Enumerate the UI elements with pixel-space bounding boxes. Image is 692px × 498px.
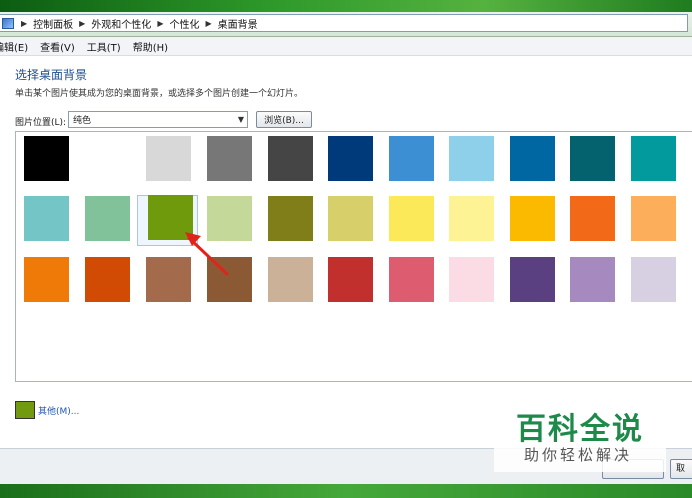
color-swatch[interactable] — [146, 136, 191, 181]
chevron-right-icon[interactable]: ▶ — [21, 19, 27, 28]
other-color-swatch[interactable] — [15, 401, 35, 419]
color-swatch[interactable] — [449, 136, 494, 181]
color-swatch[interactable] — [631, 196, 676, 241]
chevron-down-icon: ▼ — [237, 115, 245, 124]
menu-tools[interactable]: 工具(T) — [81, 39, 127, 54]
color-swatch[interactable] — [510, 136, 555, 181]
picture-location-label: 图片位置(L): — [15, 118, 67, 128]
chevron-right-icon[interactable]: ▶ — [205, 19, 211, 28]
color-swatch[interactable] — [631, 257, 676, 302]
color-swatch[interactable] — [328, 196, 373, 241]
color-swatch[interactable] — [85, 196, 130, 241]
breadcrumb-personalization[interactable]: 个性化 — [169, 16, 199, 31]
watermark-subtitle: 助你轻松解决 — [524, 446, 633, 464]
browse-button[interactable]: 浏览(B)... — [256, 111, 312, 128]
color-swatch[interactable] — [510, 196, 555, 241]
color-swatch[interactable] — [268, 196, 313, 241]
color-swatch[interactable] — [389, 136, 434, 181]
menu-view[interactable]: 查看(V) — [34, 39, 81, 54]
color-swatch[interactable] — [328, 136, 373, 181]
window-top-edge — [0, 0, 692, 12]
color-swatch[interactable] — [389, 257, 434, 302]
taskbar-edge — [0, 484, 692, 498]
color-swatch[interactable] — [389, 196, 434, 241]
watermark-logo: 百科全说 助你轻松解决 — [494, 392, 666, 472]
color-swatch[interactable] — [328, 257, 373, 302]
menu-edit[interactable]: 编辑(E) — [0, 39, 34, 54]
address-bar: ▶ 控制面板 ▶ 外观和个性化 ▶ 个性化 ▶ 桌面背景 — [0, 12, 692, 37]
control-panel-icon — [1, 17, 15, 29]
picture-location-select[interactable]: 纯色 ▼ — [68, 111, 248, 128]
other-color-link[interactable]: 其他(M)... — [38, 404, 79, 417]
color-swatch[interactable] — [24, 136, 69, 181]
color-swatch[interactable] — [570, 136, 615, 181]
picture-location-value: 纯色 — [73, 116, 92, 126]
watermark-title: 百科全说 — [516, 412, 644, 447]
color-swatch[interactable] — [449, 257, 494, 302]
color-swatch[interactable] — [570, 257, 615, 302]
address-field[interactable]: ▶ 控制面板 ▶ 外观和个性化 ▶ 个性化 ▶ 桌面背景 — [0, 14, 688, 32]
breadcrumb-desktop-background[interactable]: 桌面背景 — [218, 16, 258, 31]
chevron-right-icon[interactable]: ▶ — [157, 19, 163, 28]
menu-help[interactable]: 帮助(H) — [127, 39, 174, 54]
breadcrumb-appearance[interactable]: 外观和个性化 — [91, 16, 151, 31]
color-swatch[interactable] — [268, 136, 313, 181]
annotation-arrow-icon — [185, 232, 229, 276]
page-description: 单击某个图片使其成为您的桌面背景，或选择多个图片创建一个幻灯片。 — [15, 89, 304, 99]
chevron-right-icon[interactable]: ▶ — [79, 19, 85, 28]
color-swatch[interactable] — [85, 136, 130, 181]
cancel-button[interactable]: 取 — [670, 459, 692, 479]
color-swatch[interactable] — [570, 196, 615, 241]
color-swatch[interactable] — [207, 136, 252, 181]
color-swatch[interactable] — [24, 257, 69, 302]
breadcrumb-control-panel[interactable]: 控制面板 — [33, 16, 73, 31]
main-content: 选择桌面背景 单击某个图片使其成为您的桌面背景，或选择多个图片创建一个幻灯片。 … — [0, 56, 692, 448]
menu-bar: 编辑(E) 查看(V) 工具(T) 帮助(H) — [0, 37, 692, 56]
color-swatch[interactable] — [85, 257, 130, 302]
color-swatch[interactable] — [510, 257, 555, 302]
color-swatch[interactable] — [449, 196, 494, 241]
color-swatch[interactable] — [268, 257, 313, 302]
color-swatch[interactable] — [24, 196, 69, 241]
page-title: 选择桌面背景 — [15, 68, 88, 82]
color-swatch[interactable] — [631, 136, 676, 181]
